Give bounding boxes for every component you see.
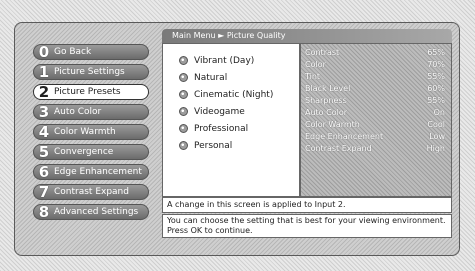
preset-options-panel: Vibrant (Day) Natural Cinematic (Night) …	[162, 43, 300, 197]
setting-value: High	[426, 144, 445, 153]
radio-icon	[179, 107, 188, 116]
preset-option-label: Professional	[194, 123, 249, 134]
preset-option-vibrant-day[interactable]: Vibrant (Day)	[179, 52, 273, 69]
setting-row-color: Color 70%	[305, 59, 445, 71]
menu-item-label: Contrast Expand	[54, 187, 129, 197]
menu-item-label: Color Warmth	[54, 127, 116, 137]
menu-item-number: 3	[38, 104, 50, 120]
breadcrumb: Main Menu ► Picture Quality	[162, 29, 452, 43]
settings-summary-panel: Contrast 65% Color 70% Tint 55% Black Le…	[300, 43, 452, 197]
preset-option-cinematic-night[interactable]: Cinematic (Night)	[179, 86, 273, 103]
menu-item-label: Convergence	[54, 147, 114, 157]
setting-name: Edge Enhancement	[305, 132, 384, 141]
setting-name: Color	[305, 60, 326, 69]
preset-option-personal[interactable]: Personal	[179, 137, 273, 154]
preset-option-label: Videogame	[194, 106, 245, 117]
setting-value: 60%	[427, 84, 445, 93]
menu-item-label: Picture Settings	[54, 67, 125, 77]
preset-option-professional[interactable]: Professional	[179, 120, 273, 137]
setting-name: Sharpness	[305, 96, 347, 105]
radio-icon	[179, 124, 188, 133]
setting-name: Contrast	[305, 48, 340, 57]
input-notice: A change in this screen is applied to In…	[162, 197, 452, 213]
menu-item-label: Advanced Settings	[54, 207, 139, 217]
radio-icon	[179, 56, 188, 65]
setting-row-black-level: Black Level 60%	[305, 83, 445, 95]
menu-item-number: 7	[38, 184, 50, 200]
menu-item-color-warmth[interactable]: 4 Color Warmth	[33, 124, 149, 140]
setting-row-edge-enhancement: Edge Enhancement Low	[305, 131, 445, 143]
menu-item-label: Picture Presets	[54, 87, 121, 97]
menu-item-number: 1	[38, 64, 50, 80]
setting-value: 65%	[427, 48, 445, 57]
setting-row-contrast-expand: Contrast Expand High	[305, 143, 445, 155]
setting-value: 55%	[427, 96, 445, 105]
setting-row-tint: Tint 55%	[305, 71, 445, 83]
preset-option-label: Personal	[194, 140, 233, 151]
menu-item-auto-color[interactable]: 3 Auto Color	[33, 104, 149, 120]
setting-name: Auto Color	[305, 108, 348, 117]
radio-icon	[179, 73, 188, 82]
menu-item-label: Go Back	[54, 47, 92, 57]
menu-item-number: 0	[38, 44, 50, 60]
menu-item-picture-settings[interactable]: 1 Picture Settings	[33, 64, 149, 80]
setting-row-auto-color: Auto Color On	[305, 107, 445, 119]
setting-value: Cool	[427, 120, 445, 129]
menu-item-number: 5	[38, 144, 50, 160]
setting-value: Low	[429, 132, 445, 141]
preset-option-natural[interactable]: Natural	[179, 69, 273, 86]
menu-item-picture-presets[interactable]: 2 Picture Presets	[33, 84, 149, 100]
setting-row-color-warmth: Color Warmth Cool	[305, 119, 445, 131]
preset-option-label: Vibrant (Day)	[194, 55, 255, 66]
preset-option-label: Natural	[194, 72, 228, 83]
setting-value: On	[433, 108, 445, 117]
menu-item-contrast-expand[interactable]: 7 Contrast Expand	[33, 184, 149, 200]
menu-item-go-back[interactable]: 0 Go Back	[33, 44, 149, 60]
help-text: You can choose the setting that is best …	[162, 214, 452, 238]
setting-name: Contrast Expand	[305, 144, 372, 153]
radio-icon	[179, 141, 188, 150]
menu-item-edge-enhancement[interactable]: 6 Edge Enhancement	[33, 164, 149, 180]
setting-name: Black Level	[305, 84, 351, 93]
preset-option-label: Cinematic (Night)	[194, 89, 274, 100]
menu-item-convergence[interactable]: 5 Convergence	[33, 144, 149, 160]
radio-icon	[179, 90, 188, 99]
setting-row-contrast: Contrast 65%	[305, 47, 445, 59]
setting-name: Color Warmth	[305, 120, 360, 129]
menu-item-number: 2	[38, 84, 50, 100]
setting-name: Tint	[305, 72, 321, 81]
setting-row-sharpness: Sharpness 55%	[305, 95, 445, 107]
menu-item-number: 4	[38, 124, 50, 140]
menu-item-advanced-settings[interactable]: 8 Advanced Settings	[33, 204, 149, 220]
setting-value: 55%	[427, 72, 445, 81]
preset-option-videogame[interactable]: Videogame	[179, 103, 273, 120]
menu-item-label: Edge Enhancement	[54, 167, 142, 177]
menu-item-number: 6	[38, 164, 50, 180]
menu-item-number: 8	[38, 204, 50, 220]
setting-value: 70%	[427, 60, 445, 69]
menu-item-label: Auto Color	[54, 107, 102, 117]
